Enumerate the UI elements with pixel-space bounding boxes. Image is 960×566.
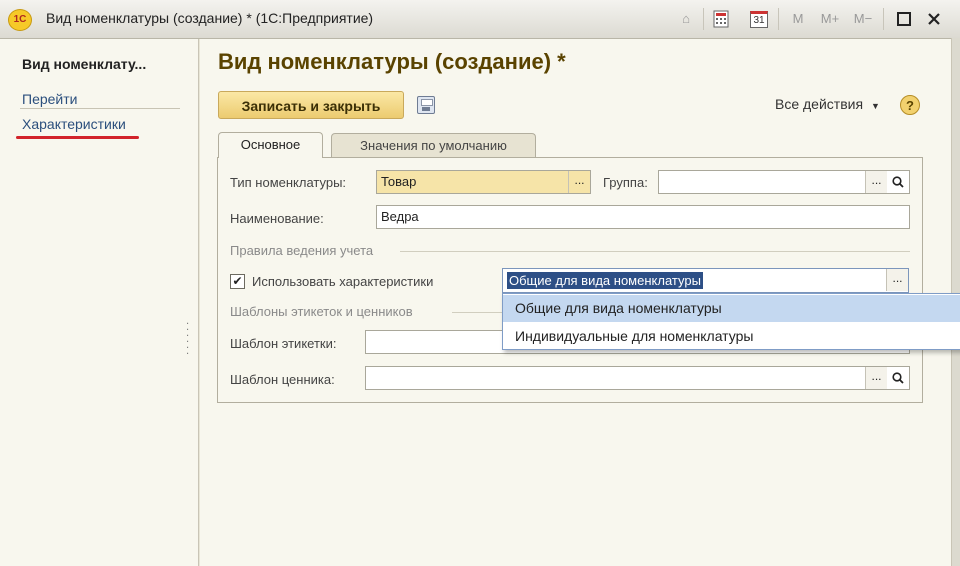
name-value: Ведра	[381, 209, 419, 224]
tab-main[interactable]: Основное	[218, 132, 323, 158]
memory-plus-button[interactable]: M+	[817, 9, 843, 29]
window-title: Вид номенклатуры (создание) * (1С:Предпр…	[46, 10, 374, 26]
home-icon[interactable]: ⌂	[676, 9, 696, 29]
type-select-button[interactable]: ...	[568, 171, 590, 193]
group-label: Группа:	[603, 175, 648, 190]
calendar-icon[interactable]: 31	[748, 9, 770, 29]
use-characteristics-label: Использовать характеристики	[252, 274, 434, 289]
sidebar-item-characteristics[interactable]: Характеристики	[22, 116, 126, 132]
label-template-label: Шаблон этикетки:	[230, 336, 337, 351]
all-actions-menu[interactable]: Все действия ▼	[775, 96, 880, 112]
sidebar-divider	[20, 108, 180, 109]
use-characteristics-checkbox[interactable]: ✔	[230, 274, 245, 289]
save-icon[interactable]	[417, 96, 435, 114]
title-bar: 1С Вид номенклатуры (создание) * (1С:Пре…	[0, 0, 960, 39]
price-template-field[interactable]	[365, 366, 910, 390]
close-icon[interactable]	[924, 9, 944, 29]
sidebar-title: Вид номенклату...	[22, 56, 147, 72]
search-icon[interactable]	[887, 171, 909, 193]
type-value: Товар	[381, 174, 417, 189]
toolbar-separator	[703, 8, 704, 30]
section-templates: Шаблоны этикеток и ценников	[230, 304, 413, 319]
characteristics-dropdown: Общие для вида номенклатуры Индивидуальн…	[502, 293, 960, 350]
tab-defaults[interactable]: Значения по умолчанию	[331, 133, 536, 157]
toolbar-separator	[778, 8, 779, 30]
characteristics-selected-value: Общие для вида номенклатуры	[507, 272, 703, 289]
price-template-select-button[interactable]: ...	[865, 367, 887, 389]
toolbar-separator	[883, 8, 884, 30]
name-label: Наименование:	[230, 211, 324, 226]
memory-minus-button[interactable]: M−	[850, 9, 876, 29]
section-divider	[452, 312, 502, 313]
dropdown-option-individual[interactable]: Индивидуальные для номенклатуры	[503, 323, 960, 350]
search-icon[interactable]	[887, 367, 909, 389]
type-field[interactable]: Товар	[376, 170, 591, 194]
form-area: Вид номенклатуры (создание) * Записать и…	[200, 39, 960, 566]
form-title: Вид номенклатуры (создание) *	[218, 49, 566, 74]
all-actions-label: Все действия	[775, 96, 864, 112]
characteristics-combo[interactable]: Общие для вида номенклатуры	[502, 268, 909, 293]
characteristics-select-button[interactable]: ...	[886, 269, 908, 291]
save-and-close-button[interactable]: Записать и закрыть	[218, 91, 404, 119]
type-label: Тип номенклатуры:	[230, 175, 347, 190]
chevron-down-icon: ▼	[870, 101, 880, 111]
group-select-button[interactable]: ...	[865, 171, 887, 193]
calculator-icon[interactable]	[711, 9, 731, 29]
dropdown-option-common[interactable]: Общие для вида номенклатуры	[503, 295, 960, 322]
maximize-icon[interactable]	[894, 9, 914, 29]
price-template-label: Шаблон ценника:	[230, 372, 335, 387]
section-divider	[400, 251, 910, 252]
panel-resize-handle[interactable]: ⁚ ⁚ ⁚	[186, 322, 189, 358]
navigation-panel: Вид номенклату... Перейти Характеристики…	[0, 39, 199, 566]
sidebar-item-goto[interactable]: Перейти	[22, 91, 77, 107]
help-icon[interactable]: ?	[900, 95, 920, 115]
name-field[interactable]: Ведра	[376, 205, 910, 229]
calendar-day: 31	[750, 11, 768, 28]
memory-button[interactable]: M	[788, 9, 808, 29]
app-logo-icon: 1С	[8, 9, 32, 31]
section-accounting: Правила ведения учета	[230, 243, 374, 258]
annotation-underline	[16, 136, 139, 139]
